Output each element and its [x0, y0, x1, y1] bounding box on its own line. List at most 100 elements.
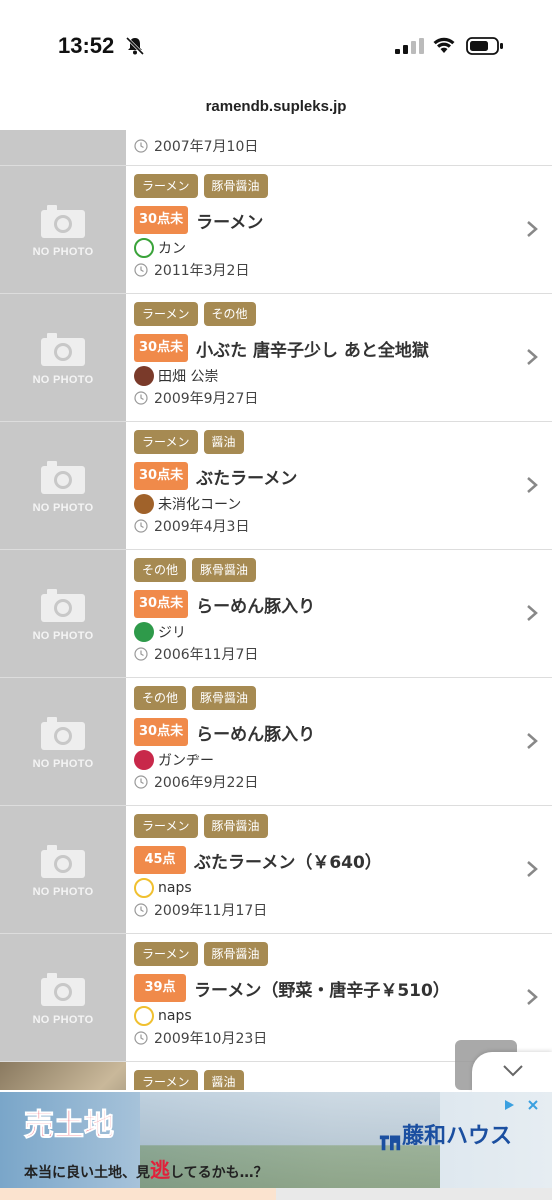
genre-tag[interactable]: ラーメン	[134, 302, 198, 326]
status-time: 13:52	[58, 33, 115, 58]
list-item-content: ラーメン 醤油 30点未 ぶたラーメン 未消化コーン 2009年4月3日	[134, 430, 512, 536]
clock-icon	[134, 1031, 148, 1045]
battery-icon	[466, 37, 503, 55]
ad-collapse-button[interactable]	[472, 1052, 552, 1092]
list-item-content: ラーメン 豚骨醤油 30点未 ラーメン カン 2011年3月2日	[134, 174, 512, 280]
list-item-content: その他 豚骨醤油 30点未 らーめん豚入り ジリ 2006年11月7日	[134, 558, 512, 664]
bell-slash-icon	[125, 36, 145, 56]
url-bar[interactable]: ramendb.supleks.jp	[0, 98, 552, 122]
list-item[interactable]: NO PHOTO ラーメン 豚骨醤油 30点未 ラーメン カン 2011年3月2日	[0, 166, 552, 294]
camera-icon	[41, 717, 85, 750]
camera-icon	[41, 333, 85, 366]
genre-tag[interactable]: その他	[134, 686, 187, 710]
chevron-right-icon	[527, 477, 538, 493]
review-title: ぶたラーメン（￥640）	[194, 852, 382, 873]
user-avatar	[134, 750, 154, 770]
thumbnail: NO PHOTO	[0, 678, 126, 805]
thumbnail: NO PHOTO	[0, 294, 126, 421]
user-avatar	[134, 238, 154, 258]
clock-icon	[134, 775, 148, 789]
thumbnail	[0, 1062, 126, 1090]
genre-tag[interactable]: 豚骨醤油	[192, 686, 257, 710]
review-date: 2006年11月7日	[154, 647, 259, 663]
list-item-content: その他 豚骨醤油 30点未 らーめん豚入り ガンヂー 2006年9月22日	[134, 686, 512, 792]
clock-icon	[134, 263, 148, 277]
user-name[interactable]: naps	[158, 1008, 192, 1024]
review-date: 2009年10月23日	[154, 1031, 268, 1047]
score-badge: 30点未	[134, 590, 189, 618]
no-photo-label: NO PHOTO	[32, 758, 94, 770]
ad-choices-icon[interactable]	[502, 1098, 516, 1112]
ad-subtext: 本当に良い土地、見逃してるかも…？	[24, 1158, 268, 1182]
review-date: 2006年9月22日	[154, 775, 259, 791]
list-item-content: ラーメン その他 30点未 小ぶた 唐辛子少し あと全地獄 田畑 公崇 2009年9…	[134, 302, 512, 408]
user-avatar	[134, 878, 154, 898]
genre-tag[interactable]: 豚骨醤油	[203, 814, 268, 838]
ad-banner[interactable]: 売土地 本当に良い土地、見逃してるかも…？ 藤和ハウス	[0, 1092, 552, 1188]
genre-tag[interactable]: ラーメン	[134, 942, 198, 966]
genre-tag[interactable]: ラーメン	[134, 814, 198, 838]
camera-icon	[41, 845, 85, 878]
wifi-icon	[433, 37, 455, 53]
list-item-content: ラーメン 豚骨醤油 45点 ぶたラーメン（￥640） naps 2009年11月17…	[134, 814, 512, 920]
list-item-content: 2007年7月10日	[134, 136, 512, 156]
genre-tag[interactable]: その他	[134, 558, 187, 582]
user-name[interactable]: 未消化コーン	[158, 494, 241, 514]
list-item[interactable]: NO PHOTO その他 豚骨醤油 30点未 らーめん豚入り ジリ 2006年11月…	[0, 550, 552, 678]
list-item[interactable]: 2007年7月10日	[0, 130, 552, 166]
camera-icon	[41, 589, 85, 622]
thumbnail: NO PHOTO	[0, 422, 126, 549]
clock-icon	[134, 139, 148, 153]
clock-icon	[134, 391, 148, 405]
thumbnail: NO PHOTO	[0, 806, 126, 933]
user-name[interactable]: カン	[158, 238, 186, 258]
genre-tag[interactable]: その他	[203, 302, 256, 326]
review-title: ぶたラーメン	[196, 468, 298, 489]
status-bar: 13:52	[0, 0, 552, 90]
genre-tag[interactable]: ラーメン	[134, 174, 198, 198]
score-badge: 30点未	[134, 334, 189, 362]
thumbnail: NO PHOTO	[0, 550, 126, 677]
review-title: ラーメン	[196, 212, 264, 233]
chevron-right-icon	[527, 349, 538, 365]
genre-tag[interactable]: ラーメン	[134, 430, 198, 454]
thumbnail	[0, 130, 126, 165]
genre-tag[interactable]: 醤油	[203, 430, 244, 454]
bottom-bar	[0, 1188, 552, 1200]
review-date: 2007年7月10日	[154, 139, 259, 155]
clock-icon	[134, 519, 148, 533]
camera-icon	[41, 973, 85, 1006]
user-name[interactable]: ガンヂー	[158, 750, 214, 770]
review-title: ラーメン（野菜・唐辛子￥510）	[194, 980, 450, 1001]
no-photo-label: NO PHOTO	[32, 1014, 94, 1026]
genre-tag[interactable]: ラーメン	[134, 1070, 198, 1090]
chevron-right-icon	[527, 221, 538, 237]
review-date: 2011年3月2日	[154, 263, 250, 279]
genre-tag[interactable]: 豚骨醤油	[203, 942, 268, 966]
camera-icon	[41, 461, 85, 494]
user-avatar	[134, 1006, 154, 1026]
user-name[interactable]: ジリ	[158, 622, 186, 642]
user-name[interactable]: naps	[158, 880, 192, 896]
chevron-right-icon	[527, 989, 538, 1005]
review-date: 2009年9月27日	[154, 391, 259, 407]
list-item[interactable]: NO PHOTO ラーメン その他 30点未 小ぶた 唐辛子少し あと全地獄 田畑 …	[0, 294, 552, 422]
list-item[interactable]: NO PHOTO ラーメン 豚骨醤油 45点 ぶたラーメン（￥640） naps 2…	[0, 806, 552, 934]
ad-brand: 藤和ハウス	[378, 1118, 512, 1151]
signal-icon	[395, 38, 424, 54]
review-title: 小ぶた 唐辛子少し あと全地獄	[196, 340, 429, 361]
thumbnail: NO PHOTO	[0, 934, 126, 1061]
genre-tag[interactable]: 豚骨醤油	[192, 558, 257, 582]
genre-tag[interactable]: 豚骨醤油	[203, 174, 268, 198]
list-item[interactable]: NO PHOTO その他 豚骨醤油 30点未 らーめん豚入り ガンヂー 2006年9…	[0, 678, 552, 806]
chevron-right-icon	[527, 861, 538, 877]
score-badge: 39点	[134, 974, 186, 1002]
genre-tag[interactable]: 醤油	[203, 1070, 244, 1090]
score-badge: 30点未	[134, 462, 189, 490]
user-name[interactable]: 田畑 公崇	[158, 366, 218, 386]
close-icon[interactable]	[526, 1098, 540, 1112]
thumbnail: NO PHOTO	[0, 166, 126, 293]
user-avatar	[134, 494, 154, 514]
review-title: らーめん豚入り	[196, 724, 316, 745]
list-item[interactable]: NO PHOTO ラーメン 醤油 30点未 ぶたラーメン 未消化コーン 2009年4…	[0, 422, 552, 550]
